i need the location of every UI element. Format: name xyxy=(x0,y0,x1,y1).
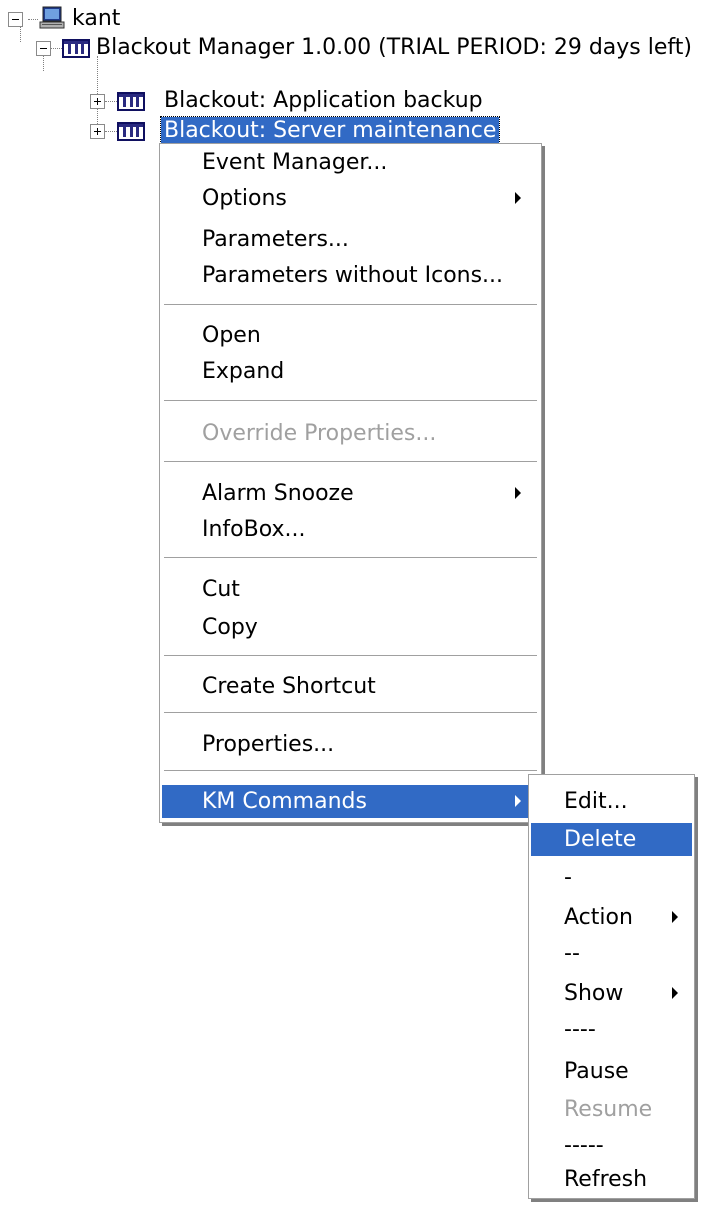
menu-separator xyxy=(164,304,537,306)
submenu-item-resume: Resume xyxy=(531,1093,692,1126)
submenu-arrow-icon xyxy=(515,192,521,204)
menu-item-label: KM Commands xyxy=(202,789,367,814)
context-menu: Event Manager... Options Parameters... P… xyxy=(159,143,542,823)
submenu-item-separator-text[interactable]: -- xyxy=(531,937,692,970)
menu-item-parameters[interactable]: Parameters... xyxy=(162,223,539,256)
menu-item-label: Event Manager... xyxy=(202,150,388,175)
menu-separator xyxy=(164,655,537,657)
menu-item-label: Refresh xyxy=(564,1167,648,1192)
collapse-toggle-root[interactable] xyxy=(8,12,23,27)
menu-separator xyxy=(164,557,537,559)
tree-connector xyxy=(50,48,62,49)
tree-item-label[interactable]: Blackout: Application backup xyxy=(164,87,483,115)
submenu-arrow-icon xyxy=(515,487,521,499)
submenu-item-pause[interactable]: Pause xyxy=(531,1055,692,1088)
menu-item-label: Expand xyxy=(202,359,285,384)
tree-root-label[interactable]: kant xyxy=(72,5,120,33)
blackout-instance-icon xyxy=(117,122,145,141)
menu-item-open[interactable]: Open xyxy=(162,319,539,352)
menu-item-expand[interactable]: Expand xyxy=(162,355,539,388)
menu-item-override-properties: Override Properties... xyxy=(162,417,539,450)
expand-toggle-item[interactable] xyxy=(90,94,105,109)
menu-item-label: Pause xyxy=(564,1059,629,1084)
menu-item-parameters-without-icons[interactable]: Parameters without Icons... xyxy=(162,259,539,292)
tree-connector xyxy=(20,27,21,42)
tree-connector xyxy=(105,101,117,102)
menu-separator xyxy=(164,461,537,463)
tree-manager-label[interactable]: Blackout Manager 1.0.00 (TRIAL PERIOD: 2… xyxy=(96,34,692,62)
menu-item-label: Alarm Snooze xyxy=(202,481,354,506)
menu-item-label: Delete xyxy=(564,827,637,852)
menu-item-label: ----- xyxy=(564,1133,604,1158)
menu-item-label: Parameters without Icons... xyxy=(202,263,504,288)
menu-item-label: ---- xyxy=(564,1017,596,1042)
menu-item-cut[interactable]: Cut xyxy=(162,573,539,606)
menu-item-alarm-snooze[interactable]: Alarm Snooze xyxy=(162,477,539,510)
menu-item-label: Options xyxy=(202,186,287,211)
km-commands-submenu: Edit... Delete - Action -- Show ---- Pau… xyxy=(528,774,695,1199)
submenu-item-refresh[interactable]: Refresh xyxy=(531,1163,692,1196)
menu-item-properties[interactable]: Properties... xyxy=(162,728,539,761)
menu-item-label: - xyxy=(564,865,572,890)
menu-separator xyxy=(164,770,537,772)
menu-item-label: Resume xyxy=(564,1097,653,1122)
tree-connector xyxy=(43,56,44,71)
menu-separator xyxy=(164,400,537,402)
menu-item-label: Action xyxy=(564,905,633,930)
menu-item-label: Show xyxy=(564,981,624,1006)
menu-item-infobox[interactable]: InfoBox... xyxy=(162,513,539,546)
tree-connector xyxy=(105,131,117,132)
submenu-item-show[interactable]: Show xyxy=(531,977,692,1010)
tree-connector xyxy=(28,19,38,20)
menu-item-label: Parameters... xyxy=(202,227,349,252)
menu-item-km-commands[interactable]: KM Commands xyxy=(162,785,539,818)
expand-toggle-item[interactable] xyxy=(90,124,105,139)
menu-item-label: Edit... xyxy=(564,789,628,814)
menu-item-label: Override Properties... xyxy=(202,421,437,446)
tree-item-label-selected[interactable]: Blackout: Server maintenance xyxy=(159,116,501,146)
menu-item-label: Create Shortcut xyxy=(202,674,376,699)
menu-separator xyxy=(164,712,537,714)
submenu-item-edit[interactable]: Edit... xyxy=(531,785,692,818)
menu-item-label: InfoBox... xyxy=(202,517,306,542)
menu-item-copy[interactable]: Copy xyxy=(162,611,539,644)
blackout-manager-icon xyxy=(62,39,90,58)
menu-item-label: -- xyxy=(564,941,580,966)
computer-icon xyxy=(39,6,65,29)
menu-item-label: Cut xyxy=(202,577,240,602)
menu-item-label: Properties... xyxy=(202,732,335,757)
submenu-item-delete[interactable]: Delete xyxy=(531,823,692,856)
menu-item-label: Copy xyxy=(202,615,258,640)
submenu-arrow-icon xyxy=(672,911,678,923)
menu-item-options[interactable]: Options xyxy=(162,182,539,215)
submenu-item-separator-text[interactable]: ---- xyxy=(531,1013,692,1046)
submenu-arrow-icon xyxy=(515,795,521,807)
submenu-item-action[interactable]: Action xyxy=(531,901,692,934)
submenu-arrow-icon xyxy=(672,987,678,999)
menu-item-label: Open xyxy=(202,323,261,348)
submenu-item-separator-text[interactable]: - xyxy=(531,861,692,894)
collapse-toggle-manager[interactable] xyxy=(36,41,51,56)
menu-item-create-shortcut[interactable]: Create Shortcut xyxy=(162,670,539,703)
submenu-item-separator-text[interactable]: ----- xyxy=(531,1129,692,1162)
blackout-instance-icon xyxy=(117,92,145,111)
menu-item-event-manager[interactable]: Event Manager... xyxy=(162,146,539,179)
